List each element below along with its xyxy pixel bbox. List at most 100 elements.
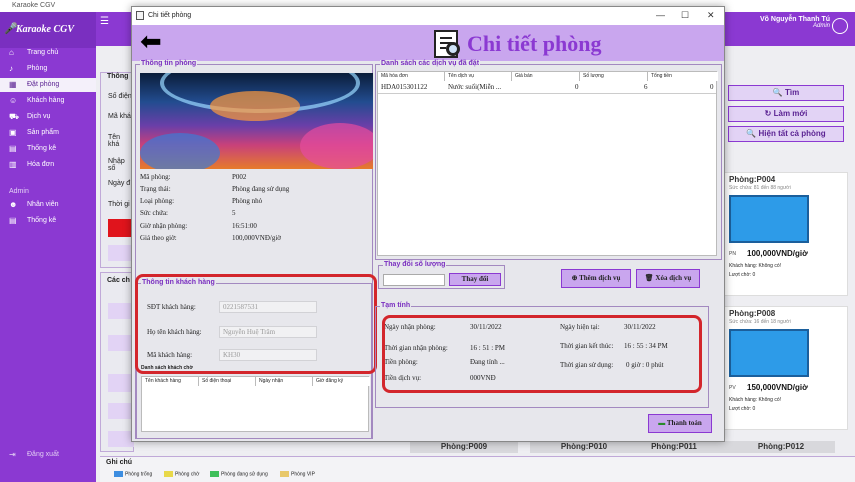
app-title: Karaoke CGV	[12, 2, 56, 9]
back-arrow-icon[interactable]: ⬅	[140, 28, 162, 54]
hourly-price-value: 100,000VNĐ/giờ	[232, 234, 282, 242]
room-tab-p012[interactable]: Phòng:P012	[727, 441, 835, 453]
chart-icon: ▤	[9, 216, 17, 225]
legend-title: Ghi chú	[106, 459, 133, 466]
cash-icon: ▬	[658, 419, 667, 427]
services-group: Danh sách các dịch vụ đã đặt Mã hóa đơn …	[375, 60, 722, 260]
functions-panel: Các ch	[100, 272, 134, 452]
col-service-name[interactable]: Tên dịch vụ	[445, 72, 512, 81]
trash-icon: 🗑	[644, 274, 656, 282]
room-type-label: Loại phòng:	[140, 197, 175, 205]
sidebar-item-products[interactable]: ▣ Sản phẩm	[0, 126, 96, 140]
plus-icon: ⊕	[571, 274, 580, 282]
delete-service-button[interactable]: 🗑 Xóa dịch vụ	[636, 269, 700, 288]
booking-form-panel: Thông Số điện Mã khá Tên khá Nhập số Ngà…	[100, 72, 134, 268]
pay-button[interactable]: ▬ Thanh toán	[648, 414, 712, 433]
services-caption: Danh sách các dịch vụ đã đặt	[380, 60, 481, 67]
dialog-header: ⬅ Chi tiết phòng	[132, 25, 724, 61]
room-capacity-value: 5	[232, 209, 236, 217]
col-quantity[interactable]: Số lượng	[580, 72, 648, 81]
calendar-icon: ▦	[9, 80, 17, 89]
form-label-customer-id: Mã khá	[108, 113, 131, 120]
room-card-p008[interactable]: Phòng:P008 Sức chứa: 16 đến 18 người PV …	[724, 306, 848, 430]
show-all-rooms-button[interactable]: 🔍 Hiện tất cả phòng	[728, 126, 844, 142]
room-capacity-label: Sức chứa:	[140, 209, 168, 217]
avatar-icon[interactable]	[832, 18, 848, 34]
mic-icon: ♪	[9, 64, 13, 73]
sidebar-item-services[interactable]: ⛟ Dịch vụ	[0, 110, 96, 124]
col-register-time[interactable]: Giờ đăng ký	[313, 377, 370, 386]
brand-name: Karaoke CGV	[16, 24, 75, 35]
users-icon: ☺	[9, 96, 18, 105]
sidebar-item-admin-stats[interactable]: ▤ Thống kê	[0, 214, 96, 228]
magnifier-icon	[446, 42, 460, 56]
room-tab-p011[interactable]: Phòng:P011	[620, 441, 728, 453]
room-detail-dialog: Chi tiết phòng — ☐ ✕ ⬅ Chi tiết phòng Th…	[131, 6, 725, 442]
room-id-value: P002	[232, 173, 247, 181]
sidebar-item-staff[interactable]: ☻ Nhân viên	[0, 198, 96, 212]
tv-icon	[729, 329, 809, 377]
box-icon: ▣	[9, 128, 17, 137]
menu-icon[interactable]: ☰	[100, 16, 109, 27]
checkin-time-value: 16:51:00	[232, 222, 257, 230]
services-table[interactable]: Mã hóa đơn Tên dịch vụ Giá bán Số lượng …	[377, 71, 718, 256]
col-customer-name[interactable]: Tên khách hàng	[142, 377, 199, 386]
admin-heading: Admin	[9, 188, 29, 195]
sidebar-item-invoices[interactable]: ▥ Hóa đơn	[0, 158, 96, 172]
maximize-icon[interactable]: ☐	[681, 10, 689, 21]
functions-title: Các ch	[107, 277, 130, 284]
logout-button[interactable]: ⇥ Đăng xuất	[0, 448, 96, 462]
truck-icon: ⛟	[9, 112, 20, 121]
dialog-window-title: Chi tiết phòng	[148, 12, 192, 19]
form-label-time: Thời gi	[108, 201, 130, 208]
dialog-heading: Chi tiết phòng	[467, 31, 602, 56]
col-invoice-id[interactable]: Mã hóa đơn	[378, 72, 445, 81]
col-price[interactable]: Giá bán	[512, 72, 580, 81]
sidebar-item-home[interactable]: ⌂ Trang chủ	[0, 46, 96, 60]
room-id-label: Mã phòng:	[140, 173, 171, 181]
search-button[interactable]: 🔍 Tìm	[728, 85, 844, 101]
waiting-list-table[interactable]: Tên khách hàng Số điện thoại Ngày nhận G…	[141, 376, 370, 432]
tv-icon	[729, 195, 809, 243]
user-info: Võ Nguyễn Thanh Tú Admin	[750, 16, 830, 29]
quantity-input[interactable]	[383, 274, 445, 286]
legend-vip: Phòng VIP	[280, 471, 315, 477]
sidebar-item-booking[interactable]: ▦ Đặt phòng	[0, 78, 96, 92]
invoice-icon: ▥	[9, 160, 17, 169]
minimize-icon[interactable]: —	[656, 10, 665, 20]
room-info-group: Thông tin phòng Mã phòng: P002 Trạng thá…	[135, 60, 373, 439]
checkin-time-label: Giờ nhận phòng:	[140, 222, 188, 230]
sidebar: 🎤 Karaoke CGV ⌂ Trang chủ ♪ Phòng ▦ Đặt phò…	[0, 12, 96, 482]
legend-empty: Phòng trống	[114, 471, 152, 477]
col-phone[interactable]: Số điện thoại	[199, 377, 256, 386]
chart-icon: ▤	[9, 144, 17, 153]
change-quantity-button[interactable]: Thay đổi	[449, 273, 501, 286]
sidebar-item-customers[interactable]: ☺ Khách hàng	[0, 94, 96, 108]
col-date[interactable]: Ngày nhận	[256, 377, 313, 386]
home-icon: ⌂	[9, 48, 14, 57]
form-label-customer-name: Tên khá	[108, 134, 121, 148]
form-title: Thông	[107, 73, 129, 80]
user-name: Võ Nguyễn Thanh Tú	[760, 16, 830, 23]
hourly-price-label: Giá theo giờ:	[140, 234, 177, 242]
legend-panel: Ghi chú Phòng trống Phòng chờ Phòng đang…	[100, 456, 855, 482]
refresh-button[interactable]: ↻ Làm mới	[728, 106, 844, 122]
col-total[interactable]: Tổng tiền	[648, 72, 718, 81]
window-icon	[136, 11, 144, 20]
change-quantity-group: Thay đổi số lượng Thay đổi	[378, 261, 505, 289]
change-quantity-caption: Thay đổi số lượng	[383, 261, 447, 268]
sidebar-item-stats[interactable]: ▤ Thống kê	[0, 142, 96, 156]
room-status-label: Trạng thái:	[140, 185, 171, 193]
form-label-date: Ngày đ	[108, 180, 131, 187]
room-card-p004[interactable]: Phòng:P004 Sức chứa: 81 đến 88 người PN …	[724, 172, 848, 296]
legend-waiting: Phòng chờ	[164, 471, 199, 477]
close-icon[interactable]: ✕	[707, 10, 715, 21]
room-photo	[140, 73, 373, 169]
add-service-button[interactable]: ⊕ Thêm dịch vụ	[561, 269, 631, 288]
staff-icon: ☻	[9, 200, 18, 209]
room-tab-p009[interactable]: Phòng:P009	[410, 441, 518, 453]
sidebar-item-rooms[interactable]: ♪ Phòng	[0, 62, 96, 76]
table-row[interactable]: HDA015301122 Nước suối(Miễn ... 0 6 0	[378, 81, 716, 94]
legend-in-use: Phòng đang sử dụng	[210, 471, 268, 477]
highlight-summary	[382, 315, 702, 393]
